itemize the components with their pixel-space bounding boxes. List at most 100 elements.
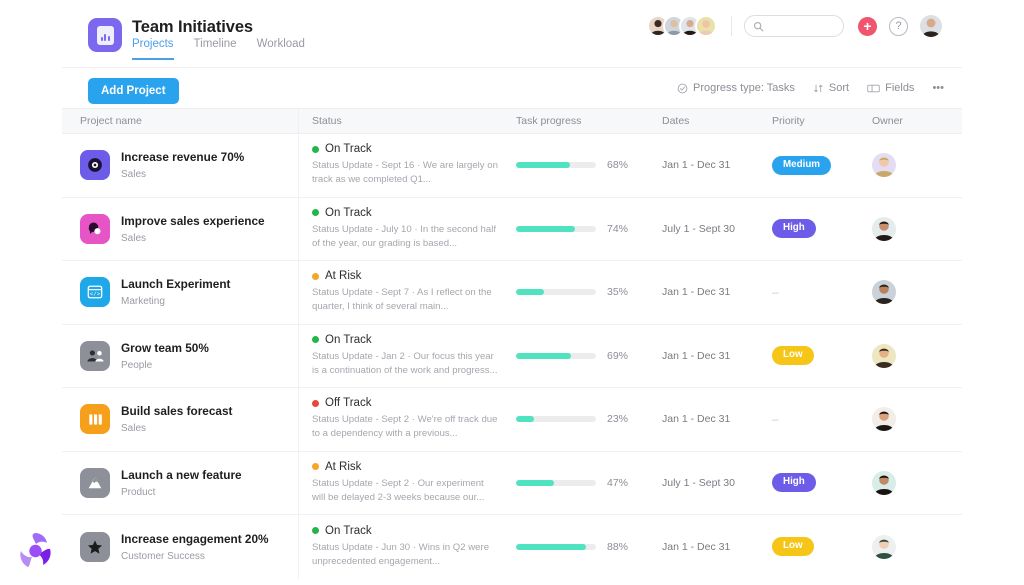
priority-badge[interactable]: High bbox=[772, 473, 816, 492]
progress-bar bbox=[516, 416, 596, 422]
owner-avatar[interactable] bbox=[872, 407, 896, 431]
priority-cell[interactable]: Low bbox=[772, 325, 872, 388]
owner-avatar[interactable] bbox=[872, 217, 896, 241]
avatar[interactable] bbox=[695, 15, 717, 37]
progress-percent: 68% bbox=[607, 159, 628, 171]
priority-cell[interactable]: – bbox=[772, 261, 872, 324]
member-avatar-stack[interactable] bbox=[647, 15, 717, 37]
priority-cell[interactable]: Medium bbox=[772, 134, 872, 197]
dates-cell[interactable]: July 1 - Sept 30 bbox=[662, 198, 772, 261]
people-icon bbox=[80, 341, 110, 371]
project-title: Improve sales experience bbox=[121, 214, 265, 230]
dates-cell[interactable]: Jan 1 - Dec 31 bbox=[662, 325, 772, 388]
project-title: Grow team 50% bbox=[121, 341, 209, 357]
status-update-note: Status Update - Jun 30 · Wins in Q2 were… bbox=[312, 541, 498, 569]
status-dot-icon bbox=[312, 400, 319, 407]
add-project-button[interactable]: Add Project bbox=[88, 78, 179, 104]
progress-bar bbox=[516, 480, 596, 486]
owner-cell[interactable] bbox=[872, 134, 962, 197]
owner-cell[interactable] bbox=[872, 515, 962, 579]
table-row[interactable]: Build sales forecastSalesOff TrackStatus… bbox=[62, 388, 962, 452]
project-name-cell[interactable]: Build sales forecastSales bbox=[62, 388, 298, 451]
priority-badge[interactable]: Medium bbox=[772, 156, 831, 175]
priority-badge[interactable]: Low bbox=[772, 346, 814, 365]
status-cell[interactable]: At RiskStatus Update - Sept 2 · Our expe… bbox=[298, 452, 510, 515]
priority-badge[interactable]: High bbox=[772, 219, 816, 238]
app-header: Team Initiatives Projects Timeline Workl… bbox=[62, 0, 962, 68]
priority-badge[interactable]: Low bbox=[772, 537, 814, 556]
project-team: Customer Success bbox=[121, 551, 269, 562]
priority-cell[interactable]: High bbox=[772, 198, 872, 261]
progress-percent: 23% bbox=[607, 413, 628, 425]
project-name-cell[interactable]: Grow team 50%People bbox=[62, 325, 298, 388]
status-cell[interactable]: On TrackStatus Update - Sept 16 · We are… bbox=[298, 134, 510, 197]
project-name-cell[interactable]: Launch a new featureProduct bbox=[62, 452, 298, 515]
table-body: Increase revenue 70%SalesOn TrackStatus … bbox=[62, 134, 962, 579]
table-row[interactable]: Improve sales experienceSalesOn TrackSta… bbox=[62, 198, 962, 262]
status-cell[interactable]: Off TrackStatus Update - Sept 2 · We're … bbox=[298, 388, 510, 451]
owner-avatar[interactable] bbox=[872, 471, 896, 495]
status-cell[interactable]: On TrackStatus Update - Jun 30 · Wins in… bbox=[298, 515, 510, 579]
search-input[interactable] bbox=[769, 21, 835, 32]
task-progress-cell: 68% bbox=[510, 134, 662, 197]
more-options-button[interactable]: ••• bbox=[932, 82, 944, 94]
status-label: On Track bbox=[325, 334, 372, 346]
search-box[interactable] bbox=[744, 15, 844, 37]
fields-button[interactable]: Fields bbox=[867, 82, 914, 94]
project-name-cell[interactable]: Improve sales experienceSales bbox=[62, 198, 298, 261]
project-name-cell[interactable]: Increase engagement 20%Customer Success bbox=[62, 515, 298, 579]
progress-bar bbox=[516, 544, 596, 550]
owner-cell[interactable] bbox=[872, 325, 962, 388]
project-name-cell[interactable]: </>Launch ExperimentMarketing bbox=[62, 261, 298, 324]
dates-cell[interactable]: Jan 1 - Dec 31 bbox=[662, 261, 772, 324]
project-name-cell[interactable]: Increase revenue 70%Sales bbox=[62, 134, 298, 197]
table-row[interactable]: Increase engagement 20%Customer SuccessO… bbox=[62, 515, 962, 579]
dates-cell[interactable]: Jan 1 - Dec 31 bbox=[662, 388, 772, 451]
priority-cell[interactable]: High bbox=[772, 452, 872, 515]
dates-cell[interactable]: July 1 - Sept 30 bbox=[662, 452, 772, 515]
dates-cell[interactable]: Jan 1 - Dec 31 bbox=[662, 134, 772, 197]
status-dot-icon bbox=[312, 527, 319, 534]
owner-cell[interactable] bbox=[872, 388, 962, 451]
owner-avatar[interactable] bbox=[872, 280, 896, 304]
status-cell[interactable]: On Track Status Update - Jan 2 · Our focu… bbox=[298, 325, 510, 388]
status-label: On Track bbox=[325, 143, 372, 155]
progress-type-button[interactable]: Progress type: Tasks bbox=[677, 82, 795, 94]
status-update-note: Status Update - Sept 7 · As I reflect on… bbox=[312, 286, 498, 314]
table-row[interactable]: Increase revenue 70%SalesOn TrackStatus … bbox=[62, 134, 962, 198]
status-dot-icon bbox=[312, 336, 319, 343]
dates-cell[interactable]: Jan 1 - Dec 31 bbox=[662, 515, 772, 579]
sort-label: Sort bbox=[829, 82, 849, 94]
current-user-avatar[interactable] bbox=[920, 15, 942, 37]
dates-label: Jan 1 - Dec 31 bbox=[662, 413, 730, 425]
priority-cell[interactable]: – bbox=[772, 388, 872, 451]
progress-type-label: Progress type: Tasks bbox=[693, 82, 795, 94]
column-header-dates: Dates bbox=[662, 115, 772, 127]
brand-logo-icon bbox=[14, 529, 56, 571]
mountain-icon bbox=[80, 468, 110, 498]
status-update-note: Status Update - Jan 2 · Our focus this y… bbox=[312, 350, 498, 378]
status-cell[interactable]: At RiskStatus Update - Sept 7 · As I ref… bbox=[298, 261, 510, 324]
table-row[interactable]: Launch a new featureProductAt RiskStatus… bbox=[62, 452, 962, 516]
tab-projects[interactable]: Projects bbox=[132, 39, 174, 60]
table-row[interactable]: </>Launch ExperimentMarketingAt RiskStat… bbox=[62, 261, 962, 325]
sort-button[interactable]: Sort bbox=[813, 82, 849, 94]
task-progress-cell: 47% bbox=[510, 452, 662, 515]
owner-avatar[interactable] bbox=[872, 153, 896, 177]
add-icon-button[interactable]: + bbox=[858, 17, 877, 36]
priority-cell[interactable]: Low bbox=[772, 515, 872, 579]
owner-cell[interactable] bbox=[872, 261, 962, 324]
help-icon-button[interactable]: ? bbox=[889, 17, 908, 36]
projects-card: Team Initiatives Projects Timeline Workl… bbox=[62, 0, 962, 585]
table-row[interactable]: Grow team 50%People On Track Status Update… bbox=[62, 325, 962, 389]
owner-avatar[interactable] bbox=[872, 344, 896, 368]
priority-empty: – bbox=[772, 285, 779, 299]
tab-workload[interactable]: Workload bbox=[257, 39, 305, 60]
task-progress-cell: 35% bbox=[510, 261, 662, 324]
owner-cell[interactable] bbox=[872, 198, 962, 261]
tab-timeline[interactable]: Timeline bbox=[194, 39, 237, 60]
status-cell[interactable]: On TrackStatus Update - July 10 · In the… bbox=[298, 198, 510, 261]
owner-avatar[interactable] bbox=[872, 535, 896, 559]
owner-cell[interactable] bbox=[872, 452, 962, 515]
progress-percent: 47% bbox=[607, 477, 628, 489]
